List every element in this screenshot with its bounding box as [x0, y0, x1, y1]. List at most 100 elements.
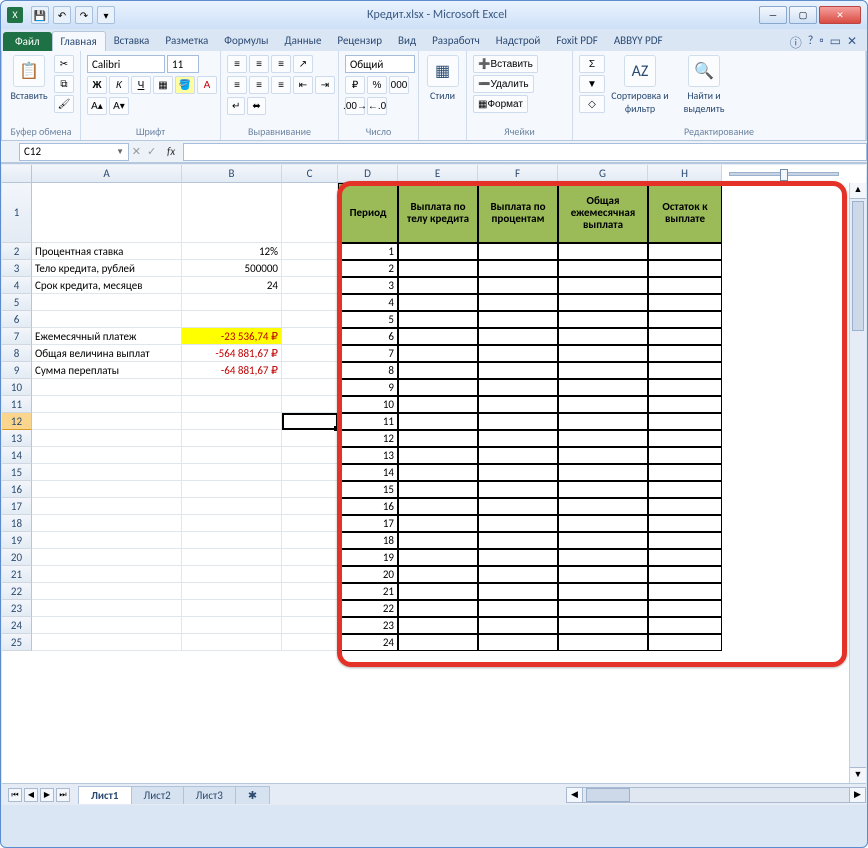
- cell[interactable]: [648, 430, 722, 447]
- redo-button[interactable]: ↷: [75, 6, 93, 24]
- cell[interactable]: [282, 183, 338, 243]
- cell[interactable]: 20: [338, 566, 398, 583]
- row-header-3[interactable]: 3: [2, 260, 32, 277]
- tab-nav-first[interactable]: ⏮: [8, 788, 22, 802]
- copy-button[interactable]: ⧉: [54, 75, 74, 93]
- ribbon-tab-8[interactable]: Надстрой: [488, 31, 549, 51]
- col-header-D[interactable]: D: [338, 165, 398, 183]
- cell[interactable]: [398, 532, 478, 549]
- zoom-slider[interactable]: [729, 172, 839, 176]
- cell[interactable]: [182, 515, 282, 532]
- cell[interactable]: [558, 600, 648, 617]
- cell[interactable]: [398, 362, 478, 379]
- cell[interactable]: [478, 311, 558, 328]
- cell[interactable]: [648, 566, 722, 583]
- row-header-11[interactable]: 11: [2, 396, 32, 413]
- cell[interactable]: [398, 379, 478, 396]
- ribbon-tab-6[interactable]: Вид: [390, 31, 424, 51]
- cell[interactable]: [478, 362, 558, 379]
- cell[interactable]: [648, 243, 722, 260]
- tab-nav-last[interactable]: ⏭: [56, 788, 70, 802]
- cell[interactable]: [32, 515, 182, 532]
- cell[interactable]: [558, 413, 648, 430]
- orientation-button[interactable]: ↗: [293, 55, 313, 73]
- bold-button[interactable]: Ж: [87, 76, 107, 94]
- cell[interactable]: [282, 379, 338, 396]
- font-size-combo[interactable]: 11: [167, 55, 199, 73]
- sort-filter-button[interactable]: AZ Сортировка и фильтр: [609, 55, 671, 115]
- hscroll-thumb[interactable]: [586, 788, 630, 802]
- cell[interactable]: 15: [338, 481, 398, 498]
- cell[interactable]: [558, 515, 648, 532]
- cell[interactable]: [478, 430, 558, 447]
- help-question-icon[interactable]: ?: [808, 34, 814, 51]
- cell[interactable]: -64 881,67 ₽: [182, 362, 282, 379]
- cell[interactable]: [182, 396, 282, 413]
- cell[interactable]: [32, 294, 182, 311]
- cell[interactable]: [398, 328, 478, 345]
- cell[interactable]: [398, 481, 478, 498]
- cancel-formula-icon[interactable]: ✕: [132, 145, 141, 158]
- find-select-button[interactable]: 🔍 Найти и выделить: [675, 55, 733, 115]
- col-header-A[interactable]: A: [32, 165, 182, 183]
- cell[interactable]: [558, 566, 648, 583]
- cell[interactable]: Общая величина выплат: [32, 345, 182, 362]
- scroll-down-button[interactable]: ▼: [850, 767, 866, 783]
- cell[interactable]: [182, 481, 282, 498]
- minimize-button[interactable]: —: [759, 6, 787, 24]
- format-cells-button[interactable]: ▦ Формат: [473, 95, 528, 113]
- cell[interactable]: Тело кредита, рублей: [32, 260, 182, 277]
- cell[interactable]: [478, 260, 558, 277]
- ribbon-tab-10[interactable]: ABBYY PDF: [606, 31, 671, 51]
- cell[interactable]: [282, 515, 338, 532]
- cell[interactable]: [282, 447, 338, 464]
- cell[interactable]: [32, 183, 182, 243]
- cell[interactable]: Срок кредита, месяцев: [32, 277, 182, 294]
- cell[interactable]: [282, 413, 338, 430]
- cell[interactable]: [32, 464, 182, 481]
- indent-dec-button[interactable]: ⇤: [293, 76, 313, 94]
- decrease-font-button[interactable]: A▾: [109, 97, 129, 115]
- cell[interactable]: [648, 413, 722, 430]
- undo-button[interactable]: ↶: [53, 6, 71, 24]
- cell[interactable]: [32, 566, 182, 583]
- cell[interactable]: [398, 311, 478, 328]
- cell[interactable]: [182, 532, 282, 549]
- cell[interactable]: [32, 583, 182, 600]
- cell[interactable]: [182, 183, 282, 243]
- cell[interactable]: [182, 634, 282, 651]
- cell[interactable]: [182, 600, 282, 617]
- cell[interactable]: [32, 413, 182, 430]
- percent-button[interactable]: %: [367, 76, 387, 94]
- cell[interactable]: 12: [338, 430, 398, 447]
- border-button[interactable]: ▦: [153, 76, 173, 94]
- maximize-button[interactable]: ▢: [789, 6, 817, 24]
- cell[interactable]: [282, 260, 338, 277]
- col-header-B[interactable]: B: [182, 165, 282, 183]
- cell[interactable]: 11: [338, 413, 398, 430]
- cell[interactable]: [398, 549, 478, 566]
- cell[interactable]: [282, 311, 338, 328]
- cell[interactable]: [398, 600, 478, 617]
- cell[interactable]: [478, 243, 558, 260]
- row-header-14[interactable]: 14: [2, 447, 32, 464]
- cell[interactable]: [478, 277, 558, 294]
- cell[interactable]: [478, 498, 558, 515]
- cell[interactable]: Период: [338, 183, 398, 243]
- cell[interactable]: [558, 447, 648, 464]
- cell[interactable]: [32, 549, 182, 566]
- cell[interactable]: [648, 634, 722, 651]
- cell[interactable]: [478, 634, 558, 651]
- ribbon-tab-1[interactable]: Вставка: [106, 31, 158, 51]
- cell[interactable]: [478, 294, 558, 311]
- sheet-tab-2[interactable]: Лист3: [183, 786, 236, 804]
- cell[interactable]: [558, 243, 648, 260]
- comma-button[interactable]: 000: [389, 76, 409, 94]
- select-all-button[interactable]: [2, 165, 32, 183]
- row-header-5[interactable]: 5: [2, 294, 32, 311]
- col-header-H[interactable]: H: [648, 165, 722, 183]
- cell[interactable]: [182, 549, 282, 566]
- cell[interactable]: [648, 498, 722, 515]
- cell[interactable]: [558, 634, 648, 651]
- cell[interactable]: [398, 277, 478, 294]
